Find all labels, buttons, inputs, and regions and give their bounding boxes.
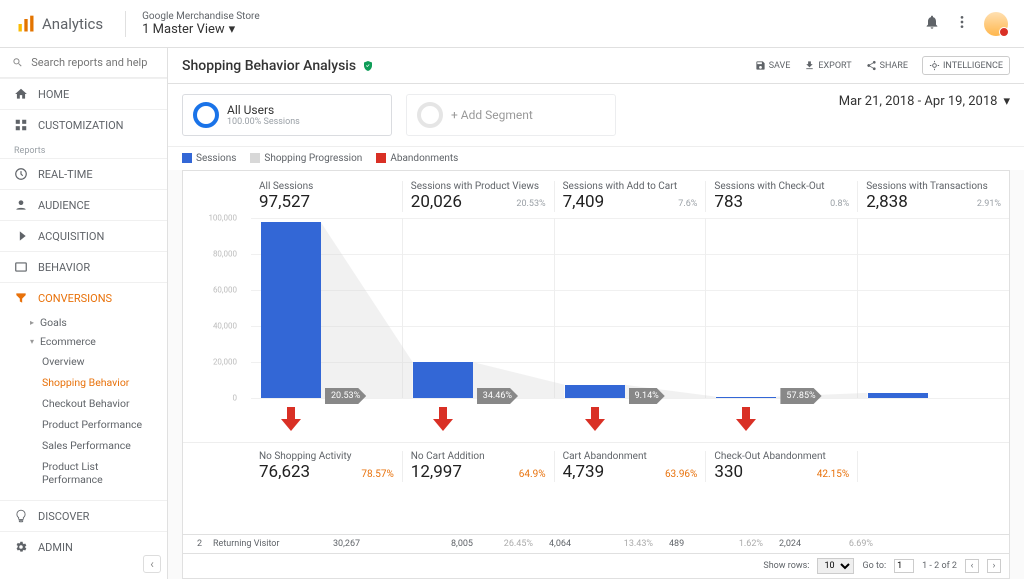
funnel-bar[interactable] bbox=[565, 385, 625, 398]
add-segment-button[interactable]: + Add Segment bbox=[406, 94, 616, 136]
nav-overview[interactable]: Overview bbox=[0, 351, 167, 372]
table-row[interactable]: 2 Returning Visitor 30,267 8,005 26.45% … bbox=[182, 535, 1010, 554]
search-icon bbox=[12, 56, 23, 69]
nav-shopping-behavior[interactable]: Shopping Behavior bbox=[0, 372, 167, 393]
export-button[interactable]: EXPORT bbox=[804, 60, 851, 71]
rows-select[interactable]: 10 bbox=[817, 558, 854, 574]
abandon-arrow-icon bbox=[736, 407, 756, 434]
verified-icon bbox=[362, 60, 374, 72]
chart-legend: Sessions Shopping Progression Abandonmen… bbox=[168, 147, 1024, 170]
funnel-bar[interactable] bbox=[868, 393, 928, 398]
more-icon[interactable] bbox=[954, 14, 970, 33]
caret-down-icon: ▾ bbox=[1003, 94, 1010, 109]
nav-home[interactable]: HOME bbox=[0, 78, 167, 109]
funnel-bar[interactable] bbox=[261, 222, 321, 398]
nav-realtime[interactable]: REAL-TIME bbox=[0, 158, 167, 189]
nav-ecommerce[interactable]: ▾Ecommerce bbox=[0, 332, 167, 351]
intelligence-button[interactable]: INTELLIGENCE bbox=[922, 56, 1010, 75]
nav-product-list-performance[interactable]: Product List Performance bbox=[0, 456, 167, 490]
segment-all-users[interactable]: All Users100.00% Sessions bbox=[182, 94, 392, 136]
donut-icon bbox=[417, 102, 443, 128]
nav-conversions[interactable]: CONVERSIONS bbox=[0, 282, 167, 313]
nav-behavior[interactable]: BEHAVIOR bbox=[0, 251, 167, 282]
caret-down-icon: ▾ bbox=[229, 22, 236, 37]
funnel-bar[interactable] bbox=[413, 362, 473, 398]
account-selector[interactable]: Google Merchandise Store 1 Master View ▾ bbox=[125, 11, 260, 37]
main-content: Shopping Behavior Analysis SAVE EXPORT S… bbox=[168, 48, 1024, 579]
search-input[interactable] bbox=[31, 56, 155, 69]
date-range-picker[interactable]: Mar 21, 2018 - Apr 19, 2018▾ bbox=[839, 94, 1010, 109]
nav-product-performance[interactable]: Product Performance bbox=[0, 414, 167, 435]
sidebar: HOME CUSTOMIZATION Reports REAL-TIME AUD… bbox=[0, 48, 168, 579]
nav-acquisition[interactable]: ACQUISITION bbox=[0, 220, 167, 251]
nav-customization[interactable]: CUSTOMIZATION bbox=[0, 109, 167, 140]
top-bar: Analytics Google Merchandise Store 1 Mas… bbox=[0, 0, 1024, 48]
funnel-bar[interactable] bbox=[716, 397, 776, 398]
nav-sales-performance[interactable]: Sales Performance bbox=[0, 435, 167, 456]
save-button[interactable]: SAVE bbox=[755, 60, 791, 71]
share-button[interactable]: SHARE bbox=[866, 60, 908, 71]
next-page-button[interactable]: › bbox=[987, 559, 1001, 573]
prev-page-button[interactable]: ‹ bbox=[965, 559, 979, 573]
row-label: Returning Visitor bbox=[205, 539, 325, 549]
goto-input[interactable] bbox=[894, 559, 914, 573]
pager: Show rows: 10 Go to: 1 - 2 of 2 ‹ › bbox=[182, 554, 1010, 579]
view-name: 1 Master View bbox=[142, 22, 225, 37]
flow-label: 34.46% bbox=[477, 388, 518, 404]
abandon-arrow-icon bbox=[281, 407, 301, 434]
abandon-arrow-icon bbox=[433, 407, 453, 434]
avatar[interactable] bbox=[984, 12, 1008, 36]
page-title: Shopping Behavior Analysis bbox=[182, 58, 374, 74]
flow-label: 57.85% bbox=[780, 388, 821, 404]
nav-admin[interactable]: ADMIN bbox=[0, 531, 167, 562]
nav-checkout-behavior[interactable]: Checkout Behavior bbox=[0, 393, 167, 414]
nav-discover[interactable]: DISCOVER bbox=[0, 500, 167, 531]
nav-goals[interactable]: ▸Goals bbox=[0, 313, 167, 332]
product-name: Analytics bbox=[42, 15, 103, 33]
flow-label: 20.53% bbox=[325, 388, 366, 404]
product-logo[interactable]: Analytics bbox=[16, 14, 103, 34]
donut-icon bbox=[193, 102, 219, 128]
nav-audience[interactable]: AUDIENCE bbox=[0, 189, 167, 220]
bell-icon[interactable] bbox=[924, 14, 940, 33]
reports-section-label: Reports bbox=[0, 140, 167, 158]
abandon-arrow-icon bbox=[585, 407, 605, 434]
account-name: Google Merchandise Store bbox=[142, 11, 260, 22]
collapse-sidebar-button[interactable]: ‹ bbox=[143, 555, 161, 573]
funnel-chart: All Sessions97,527Sessions with Product … bbox=[182, 170, 1010, 535]
